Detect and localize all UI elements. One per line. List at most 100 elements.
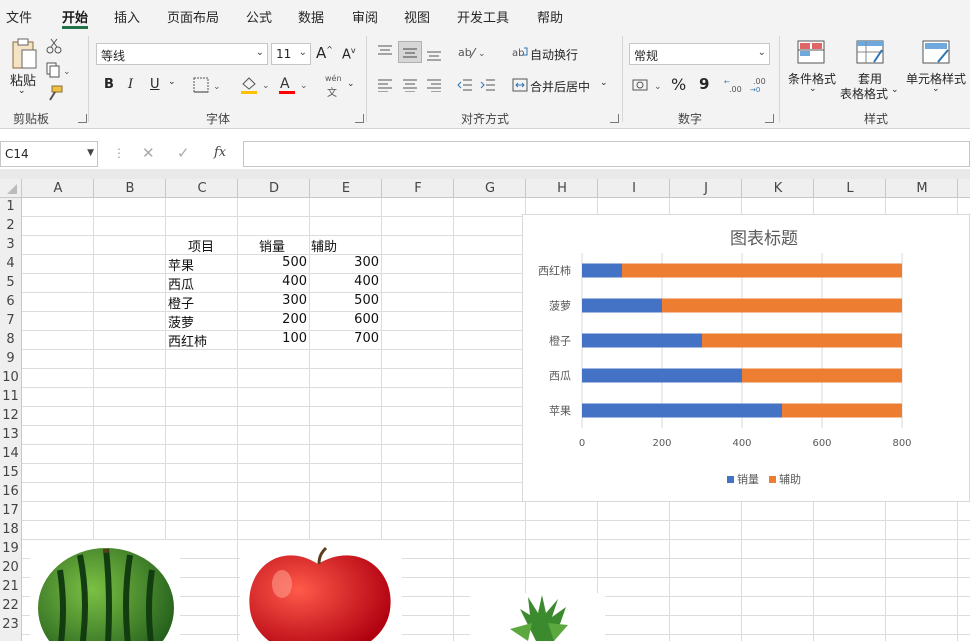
- row-header[interactable]: 21: [0, 579, 21, 594]
- row-header[interactable]: 6: [0, 294, 21, 309]
- orientation-icon[interactable]: ab ⌄: [458, 44, 486, 60]
- merge-center-icon[interactable]: [512, 78, 528, 92]
- column-header[interactable]: D: [238, 181, 310, 196]
- align-right-icon[interactable]: [426, 78, 442, 92]
- align-middle-icon[interactable]: [402, 46, 418, 60]
- column-header[interactable]: E: [310, 181, 382, 196]
- insert-function-icon[interactable]: fx: [214, 145, 226, 160]
- paste-icon[interactable]: [10, 38, 38, 70]
- underline-button[interactable]: U: [150, 77, 160, 92]
- paste-dropdown-icon[interactable]: ⌄: [18, 86, 26, 96]
- watermelon-image[interactable]: [30, 540, 180, 644]
- column-header[interactable]: M: [886, 181, 958, 196]
- font-size-select[interactable]: 11 ⌄: [271, 43, 311, 65]
- column-header[interactable]: I: [598, 181, 670, 196]
- menu-file[interactable]: 文件: [6, 7, 32, 26]
- percent-button[interactable]: %: [671, 75, 686, 94]
- column-header[interactable]: C: [166, 181, 238, 196]
- align-center-icon[interactable]: [402, 78, 418, 92]
- row-header[interactable]: 23: [0, 617, 21, 632]
- row-header[interactable]: 2: [0, 218, 21, 233]
- row-header[interactable]: 8: [0, 332, 21, 347]
- row-header[interactable]: 10: [0, 370, 21, 385]
- align-bottom-icon[interactable]: [426, 48, 442, 62]
- name-box[interactable]: C14 ▼: [0, 141, 98, 167]
- bold-button[interactable]: B: [104, 77, 114, 92]
- phonetic-top[interactable]: wén: [325, 74, 342, 83]
- column-header[interactable]: A: [22, 181, 94, 196]
- font-color-icon[interactable]: A ⌄: [278, 75, 308, 95]
- cut-icon[interactable]: [46, 38, 62, 54]
- merge-dropdown-icon[interactable]: ⌄: [600, 78, 608, 88]
- row-header[interactable]: 15: [0, 465, 21, 480]
- menu-review[interactable]: 审阅: [352, 7, 378, 26]
- alignment-launcher-icon[interactable]: [610, 114, 619, 123]
- row-header[interactable]: 3: [0, 237, 21, 252]
- row-header[interactable]: 22: [0, 598, 21, 613]
- apple-image[interactable]: [240, 540, 402, 644]
- increase-font-icon[interactable]: A^: [316, 44, 333, 62]
- menu-view[interactable]: 视图: [404, 7, 430, 26]
- row-header[interactable]: 5: [0, 275, 21, 290]
- fill-color-icon[interactable]: ⌄: [240, 75, 270, 95]
- font-name-select[interactable]: 等线 ⌄: [96, 43, 268, 65]
- cancel-icon[interactable]: ✕: [142, 144, 155, 162]
- menu-formulas[interactable]: 公式: [246, 7, 272, 26]
- row-header[interactable]: 16: [0, 484, 21, 499]
- align-top-icon[interactable]: [377, 44, 393, 58]
- row-header[interactable]: 14: [0, 446, 21, 461]
- row-header[interactable]: 4: [0, 256, 21, 271]
- row-header[interactable]: 18: [0, 522, 21, 537]
- row-header[interactable]: 13: [0, 427, 21, 442]
- format-as-table-dropdown-icon[interactable]: ⌄: [891, 85, 899, 95]
- row-header[interactable]: 9: [0, 351, 21, 366]
- enter-icon[interactable]: ✓: [177, 144, 190, 162]
- accounting-format-icon[interactable]: ⌄: [632, 77, 664, 93]
- merge-center-button[interactable]: 合并后居中: [530, 78, 590, 95]
- conditional-formatting-icon[interactable]: [797, 40, 827, 66]
- decrease-indent-icon[interactable]: [457, 78, 473, 92]
- row-header[interactable]: 19: [0, 541, 21, 556]
- column-header[interactable]: G: [454, 181, 526, 196]
- underline-dropdown-icon[interactable]: ⌄: [168, 77, 176, 87]
- number-format-select[interactable]: 常规 ⌄: [629, 43, 770, 65]
- select-all-icon[interactable]: [6, 183, 18, 195]
- increase-decimal-icon[interactable]: ←.00: [724, 76, 744, 94]
- borders-icon[interactable]: ⌄: [193, 77, 221, 93]
- column-header[interactable]: B: [94, 181, 166, 196]
- column-header[interactable]: L: [814, 181, 886, 196]
- conditional-dropdown-icon[interactable]: ⌄: [809, 84, 817, 94]
- clipboard-launcher-icon[interactable]: [78, 114, 87, 123]
- row-header[interactable]: 1: [0, 199, 21, 214]
- pineapple-image[interactable]: [470, 593, 605, 641]
- font-launcher-icon[interactable]: [355, 114, 364, 123]
- chart[interactable]: 图表标题 西红柿 菠萝 橙子 西瓜 苹果 0 200 400 600 800 销量 辅助: [522, 214, 970, 502]
- row-header[interactable]: 12: [0, 408, 21, 423]
- menu-insert[interactable]: 插入: [114, 7, 140, 26]
- column-header[interactable]: F: [382, 181, 454, 196]
- menu-home[interactable]: 开始: [62, 7, 88, 26]
- formula-input[interactable]: [243, 141, 970, 167]
- increase-indent-icon[interactable]: [480, 78, 496, 92]
- decrease-font-icon[interactable]: Av: [342, 46, 356, 62]
- menu-developer[interactable]: 开发工具: [457, 7, 509, 26]
- column-header[interactable]: H: [526, 181, 598, 196]
- column-header[interactable]: K: [742, 181, 814, 196]
- number-launcher-icon[interactable]: [765, 114, 774, 123]
- format-painter-icon[interactable]: [46, 85, 64, 101]
- cell-styles-icon[interactable]: [922, 40, 952, 66]
- row-header[interactable]: 7: [0, 313, 21, 328]
- phonetic-guide-icon[interactable]: 文: [327, 84, 337, 99]
- italic-button[interactable]: I: [128, 77, 133, 92]
- phonetic-dropdown-icon[interactable]: ⌄: [347, 79, 355, 89]
- cell-styles-dropdown-icon[interactable]: ⌄: [932, 84, 940, 94]
- menu-help[interactable]: 帮助: [537, 7, 563, 26]
- row-header[interactable]: 11: [0, 389, 21, 404]
- wrap-text-icon[interactable]: ab: [512, 45, 528, 59]
- menu-data[interactable]: 数据: [298, 7, 324, 26]
- format-as-table-button[interactable]: 表格格式: [840, 85, 888, 102]
- format-as-table-icon[interactable]: [856, 40, 886, 66]
- row-header[interactable]: 20: [0, 560, 21, 575]
- align-left-icon[interactable]: [377, 78, 393, 92]
- column-header[interactable]: J: [670, 181, 742, 196]
